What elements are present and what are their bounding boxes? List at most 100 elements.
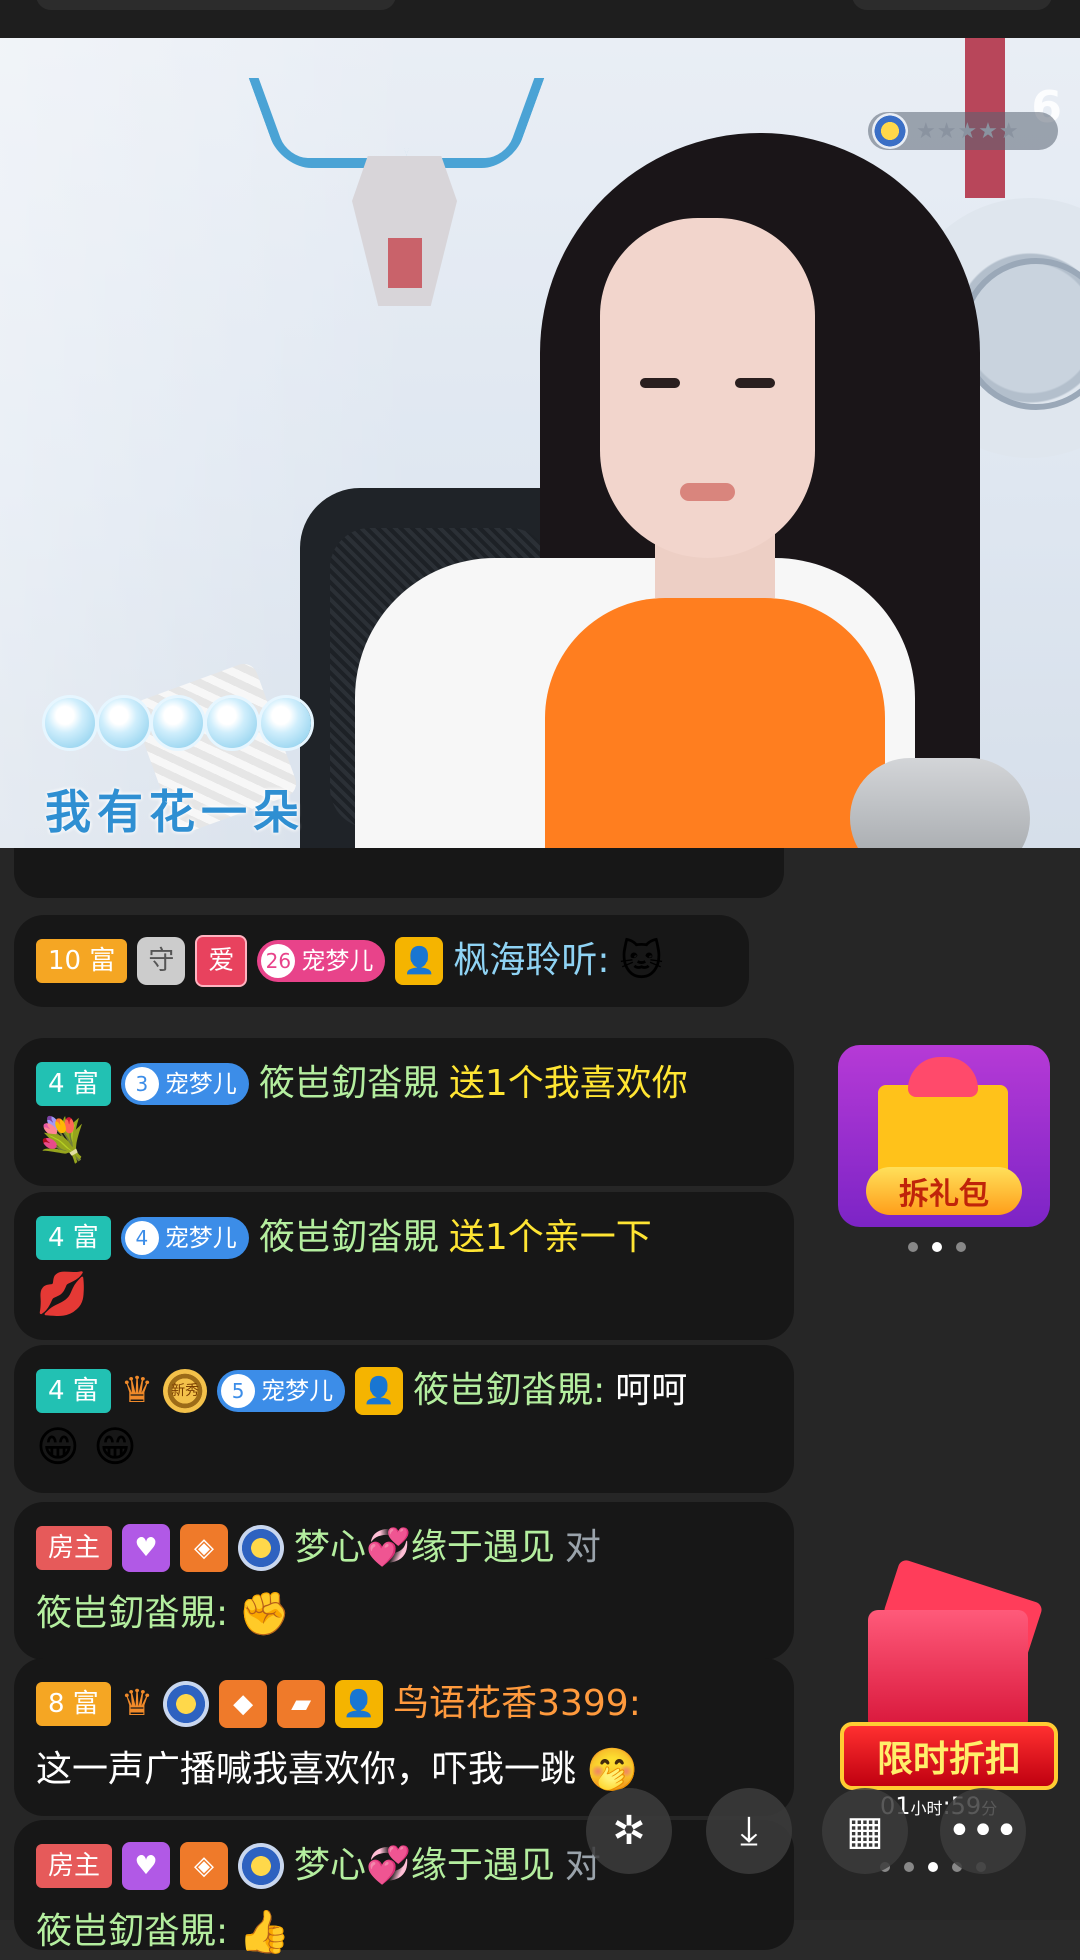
streamer-face <box>600 218 815 558</box>
carousel-dot <box>928 1862 938 1872</box>
gift-pack-label: 拆礼包 <box>866 1167 1022 1215</box>
streamer-eye <box>735 378 775 388</box>
more-icon: ••• <box>947 1808 1019 1854</box>
chat-message[interactable]: 房主 ♥ ◈ 梦心💞缘于遇见 对 筱岜釖畓覞: 👍 <box>14 1820 794 1956</box>
carousel-dots <box>908 1242 966 1252</box>
heart-icon: 4 <box>124 1221 159 1255</box>
top-bar <box>0 0 1080 38</box>
cat-emoji-icon: 🐱 <box>619 936 664 985</box>
gift-bow-icon <box>908 1057 978 1097</box>
gift-pack-widget[interactable]: 拆礼包 <box>838 1045 1050 1227</box>
chat-message[interactable]: 4 富 4 宠梦儿 筱岜釖畓覞 送1个亲一下 💋 <box>14 1192 794 1340</box>
microphone <box>850 758 1030 848</box>
message-text: 这一声广播喊我喜欢你，吓我一跳 <box>36 1749 577 1790</box>
super-firepower-badge-icon: ◆ <box>219 1680 268 1728</box>
live-video[interactable]: 我有花一朵 6 ★★★★★ <box>0 38 1080 848</box>
fan-club-name: 宠梦儿 <box>301 947 374 975</box>
sparkle-icon: ✲ <box>612 1808 646 1854</box>
host-badge: 房主 <box>36 1526 113 1570</box>
crown-icon: ♛ <box>120 1370 154 1411</box>
fan-club-name: 宠梦儿 <box>164 1224 237 1252</box>
chat-message[interactable]: 8 富 ♛ ◆ ▰ 👤 鸟语花香3399: 这一声广播喊我喜欢你，吓我一跳 🤭 <box>14 1658 794 1816</box>
thumbs-up-emoji-icon: 👍 <box>238 1907 291 1956</box>
user-icon: 👤 <box>335 1680 384 1728</box>
download-icon: ⤓ <box>740 1808 758 1854</box>
fan-club-name: 宠梦儿 <box>164 1070 237 1098</box>
heart-icon: 26 <box>261 944 296 978</box>
fan-club-badge: 3 宠梦儿 <box>120 1063 249 1105</box>
chat-message[interactable]: 10 富 守 爱 26 宠梦儿 👤 枫海聆听: 🐱 <box>14 915 749 1007</box>
grid-icon: ▦ <box>846 1808 884 1854</box>
chat-bubble-partial <box>14 848 784 898</box>
orange-badge-icon: ◈ <box>180 1524 229 1572</box>
chat-message[interactable]: 4 富 3 宠梦儿 筱岜釖畓覞 送1个我喜欢你 💐 <box>14 1038 794 1186</box>
wealth-level-badge: 10 富 <box>36 939 128 983</box>
streamer <box>545 598 885 848</box>
discount-label: 限时折扣 <box>840 1722 1058 1790</box>
rating-stars: ★★★★★ <box>916 118 1020 144</box>
fan-club-badge: 26 宠梦儿 <box>257 940 386 982</box>
lyric-dot <box>153 698 203 748</box>
guard-badge: 守 <box>137 937 186 985</box>
grin-emoji-icon: 😁 😁 <box>36 1422 137 1471</box>
lyric-dot <box>99 698 149 748</box>
username[interactable]: 枫海聆听: <box>453 933 609 989</box>
target-username[interactable]: 筱岜釖畓覞: <box>36 1586 228 1642</box>
purple-badge-icon: ♥ <box>122 1842 171 1890</box>
username[interactable]: 筱岜釖畓覞 <box>259 1056 439 1112</box>
username[interactable]: 梦心💞缘于遇见 <box>294 1520 555 1576</box>
download-button[interactable]: ⤓ <box>706 1788 792 1874</box>
fan-club-badge: 4 宠梦儿 <box>120 1217 249 1259</box>
rank-medal-icon <box>163 1681 210 1727</box>
room-info-pill[interactable] <box>36 0 396 10</box>
host-badge: 房主 <box>36 1844 113 1888</box>
heart-icon: 5 <box>221 1374 256 1408</box>
user-icon: 👤 <box>355 1367 404 1415</box>
username[interactable]: 筱岜釖畓覞: <box>413 1363 605 1419</box>
more-button[interactable]: ••• <box>940 1788 1026 1874</box>
chat-message[interactable]: 4 富 ♛ 新秀 5 宠梦儿 👤 筱岜釖畓覞: 呵呵 😁 😁 <box>14 1345 794 1493</box>
viewer-pill[interactable] <box>852 0 1052 10</box>
gift-message: 送1个我喜欢你 <box>448 1063 688 1104</box>
fan-club-badge: 5 宠梦儿 <box>217 1370 346 1412</box>
limited-discount-widget[interactable]: 限时折扣 <box>838 1558 1060 1790</box>
anchor-rating[interactable]: ★★★★★ <box>868 112 1058 150</box>
newbie-medal: 新秀 <box>163 1369 208 1413</box>
orange-badge-icon: ◈ <box>180 1842 229 1890</box>
to-word: 对 <box>564 1527 601 1568</box>
wealth-level-badge: 4 富 <box>36 1369 111 1413</box>
lyric-dot <box>45 698 95 748</box>
carousel-dot <box>956 1242 966 1252</box>
username[interactable]: 筱岜釖畓覞 <box>259 1210 439 1266</box>
carousel-dot <box>932 1242 942 1252</box>
deer-decoration <box>388 238 422 288</box>
timer-hours-unit: 小时 <box>910 1799 943 1818</box>
gift-box-icon <box>868 1610 1028 1730</box>
fist-emoji-icon: ✊ <box>238 1589 291 1638</box>
rank-medal-icon <box>238 1843 285 1889</box>
wealth-level-badge: 4 富 <box>36 1062 111 1106</box>
fan-club-name: 宠梦儿 <box>261 1377 334 1405</box>
lyric-text: 我有花一朵 <box>45 785 305 839</box>
lyric-dot <box>261 698 311 748</box>
deer-decoration <box>401 78 545 168</box>
chat-message[interactable]: 房主 ♥ ◈ 梦心💞缘于遇见 对 筱岜釖畓覞: ✊ <box>14 1502 794 1660</box>
username[interactable]: 鸟语花香3399: <box>393 1676 641 1732</box>
carousel-dot <box>904 1862 914 1872</box>
heart-icon: 3 <box>124 1067 159 1101</box>
wealth-level-badge: 8 富 <box>36 1682 111 1726</box>
message-text: 呵呵 <box>615 1370 688 1411</box>
crown-icon: ♛ <box>120 1683 154 1724</box>
kiss-gift-icon: 💋 <box>36 1269 89 1318</box>
rank-medal-icon <box>238 1525 285 1571</box>
love-badge: 爱 <box>195 935 248 987</box>
grid-button[interactable]: ▦ <box>822 1788 908 1874</box>
lyric-progress-dots <box>45 698 311 748</box>
streamer-lips <box>680 483 735 501</box>
lyric-dot <box>207 698 257 748</box>
carousel-dot <box>908 1242 918 1252</box>
sparkle-button[interactable]: ✲ <box>586 1788 672 1874</box>
gift-message: 送1个亲一下 <box>448 1217 652 1258</box>
target-username[interactable]: 筱岜釖畓覞: <box>36 1904 228 1960</box>
username[interactable]: 梦心💞缘于遇见 <box>294 1838 555 1894</box>
